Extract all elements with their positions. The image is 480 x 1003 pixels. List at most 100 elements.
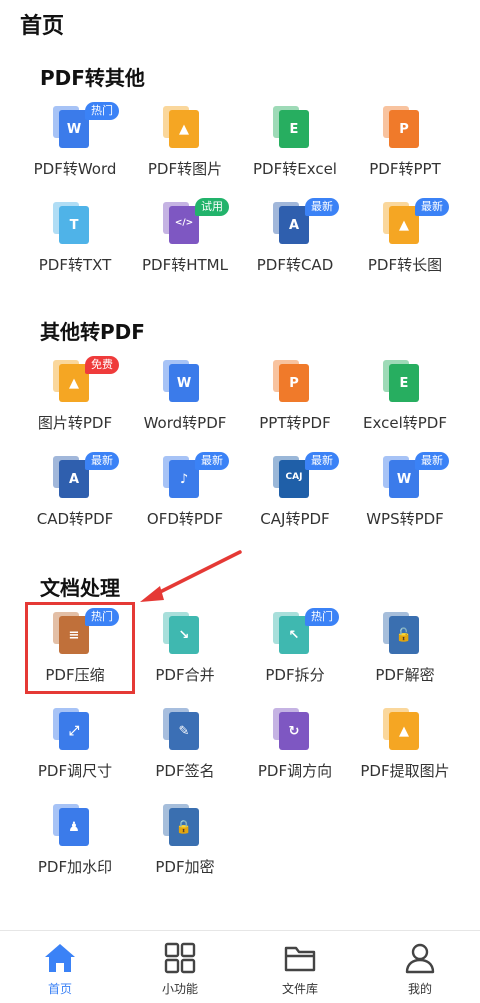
tool-icon: ↖ 热门	[273, 608, 339, 658]
tool-label: PDF转PPT	[369, 160, 441, 178]
tool-icon: W 热门	[53, 102, 119, 152]
tool-label: PDF转HTML	[142, 256, 228, 274]
tool-tile[interactable]: ▲ 免费图片转PDF	[20, 354, 130, 450]
tool-tile[interactable]: ♟ PDF加水印	[20, 798, 130, 894]
document-glyph-icon: 🔒	[175, 820, 193, 835]
home-icon	[45, 944, 75, 972]
tool-tile[interactable]: A 最新 CAD转PDF	[20, 450, 130, 546]
tool-icon: ↻	[273, 708, 315, 754]
document-glyph-icon: CAJ	[285, 472, 303, 482]
tab-home-label: 首页	[47, 982, 72, 996]
user-icon	[405, 943, 435, 974]
tab-mine-label: 我的	[407, 982, 432, 996]
tool-label: PDF签名	[155, 762, 215, 780]
tool-icon: CAJ 最新	[273, 452, 339, 502]
tool-tile[interactable]: P PDF转PPT	[350, 100, 460, 196]
tool-icon: ▲	[383, 708, 425, 754]
tool-icon: ▲ 免费	[53, 356, 119, 406]
document-glyph-icon: A	[288, 218, 300, 233]
tool-tile[interactable]: ✎ PDF签名	[130, 702, 240, 798]
document-icon: ↘	[163, 612, 199, 654]
document-glyph-icon: ✎	[178, 724, 190, 739]
tool-tile[interactable]: W Word转PDF	[130, 354, 240, 450]
tool-tile[interactable]: 🔓 PDF解密	[350, 606, 460, 702]
tab-files-label: 文件库	[281, 982, 318, 996]
document-glyph-icon: ↖	[288, 628, 300, 643]
tool-tile[interactable]: W 最新 WPS转PDF	[350, 450, 460, 546]
tool-label: PPT转PDF	[259, 414, 331, 432]
tool-label: PDF调尺寸	[37, 762, 113, 780]
tool-tile[interactable]: W 热门 PDF转Word	[20, 100, 130, 196]
badge: 最新	[305, 452, 339, 470]
tool-icon: E	[273, 106, 315, 152]
document-icon: E	[383, 360, 419, 402]
tool-icon: W	[163, 360, 205, 406]
bottom-tab-bar: 首页 小功能 文件库 我的	[0, 930, 480, 1003]
badge: 最新	[195, 452, 229, 470]
document-icon: ▲	[163, 106, 199, 148]
tool-tile[interactable]: ↻ PDF调方向	[240, 702, 350, 798]
tool-tile[interactable]: ▲ 最新 PDF转长图	[350, 196, 460, 292]
tool-label: PDF加水印	[37, 858, 113, 876]
tool-tile[interactable]: ↖ 热门 PDF拆分	[240, 606, 350, 702]
document-icon: ↻	[273, 708, 309, 750]
tool-tile[interactable]: ♪ 最新 OFD转PDF	[130, 450, 240, 546]
document-glyph-icon: T	[69, 218, 79, 233]
tool-label: PDF转长图	[367, 256, 443, 274]
tool-icon: 🔓	[383, 612, 425, 658]
highlight-box	[25, 602, 135, 694]
document-glyph-icon: E	[289, 122, 299, 137]
tool-tile[interactable]: ▲ PDF提取图片	[350, 702, 460, 798]
badge: 免费	[85, 356, 119, 374]
tab-files[interactable]: 文件库	[240, 931, 360, 1003]
tool-tile[interactable]: ▲ PDF转图片	[130, 100, 240, 196]
tool-label: PDF拆分	[265, 666, 325, 684]
tool-icon: 🔒	[163, 804, 205, 850]
document-glyph-icon: W	[396, 472, 412, 487]
badge: 最新	[415, 198, 449, 216]
document-glyph-icon: ♟	[68, 820, 80, 835]
document-glyph-icon: ▲	[399, 724, 409, 739]
document-icon: 🔒	[163, 804, 199, 846]
document-glyph-icon: ⤢	[68, 724, 80, 739]
tool-label: PDF提取图片	[360, 762, 450, 780]
document-glyph-icon: E	[399, 376, 409, 391]
tool-label: PDF转Excel	[253, 160, 337, 178]
document-icon: E	[273, 106, 309, 148]
tool-label: 图片转PDF	[37, 414, 113, 432]
tool-tile[interactable]: ⤢ PDF调尺寸	[20, 702, 130, 798]
badge: 热门	[85, 102, 119, 120]
document-glyph-icon: 🔓	[395, 628, 413, 643]
tool-tile[interactable]: 🔒 PDF加密	[130, 798, 240, 894]
tool-tile[interactable]: </> 试用 PDF转HTML	[130, 196, 240, 292]
tab-tools-label: 小功能	[161, 982, 198, 996]
tool-tile[interactable]: ↘ PDF合并	[130, 606, 240, 702]
tab-home[interactable]: 首页	[0, 931, 120, 1003]
document-glyph-icon: ↻	[288, 724, 300, 739]
tool-label: PDF转图片	[147, 160, 223, 178]
tool-tile[interactable]: P PPT转PDF	[240, 354, 350, 450]
tool-icon: A 最新	[273, 198, 339, 248]
badge: 最新	[305, 198, 339, 216]
document-icon: ✎	[163, 708, 199, 750]
tool-tile[interactable]: A 最新 PDF转CAD	[240, 196, 350, 292]
page-title: 首页	[20, 14, 65, 39]
tool-tile[interactable]: E PDF转Excel	[240, 100, 350, 196]
badge: 试用	[195, 198, 229, 216]
tool-icon: </> 试用	[163, 198, 229, 248]
tool-tile[interactable]: T PDF转TXT	[20, 196, 130, 292]
tool-label: PDF转CAD	[256, 256, 334, 274]
tool-icon: T	[53, 202, 95, 248]
tab-mine[interactable]: 我的	[360, 931, 480, 1003]
tool-label: PDF调方向	[257, 762, 333, 780]
tool-tile[interactable]: E Excel转PDF	[350, 354, 460, 450]
document-icon: ⤢	[53, 708, 89, 750]
document-icon: ♟	[53, 804, 89, 846]
tool-label: Excel转PDF	[363, 414, 447, 432]
grid-pdf-to-other: W 热门 PDF转Word ▲ PDF转图片 E PDF转Excel P PDF转PPT T PDF…	[20, 100, 460, 292]
tab-tools[interactable]: 小功能	[120, 931, 240, 1003]
document-glyph-icon: A	[68, 472, 80, 487]
document-glyph-icon: P	[399, 122, 409, 137]
tool-icon: A 最新	[53, 452, 119, 502]
tool-tile[interactable]: CAJ 最新 CAJ转PDF	[240, 450, 350, 546]
